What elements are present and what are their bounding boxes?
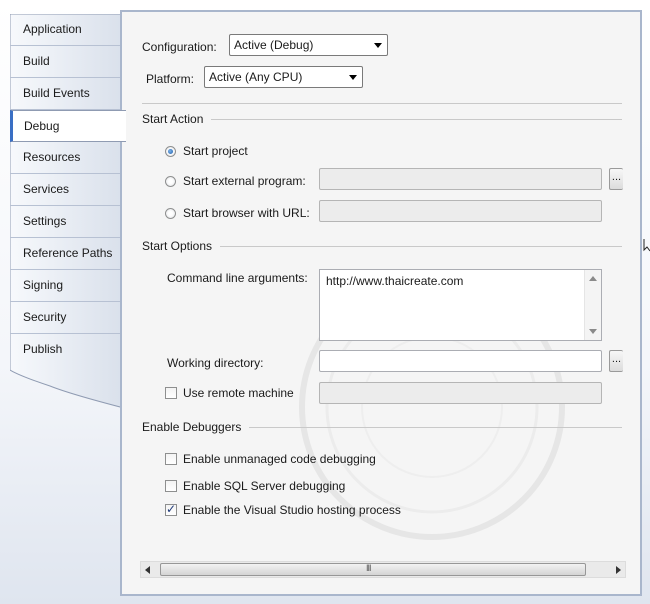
start-browser-radio[interactable]: [165, 208, 176, 219]
start-project-label: Start project: [183, 144, 248, 158]
start-external-radio[interactable]: [165, 176, 176, 187]
scroll-up-icon[interactable]: [589, 276, 597, 281]
tab-settings[interactable]: Settings: [10, 206, 124, 238]
external-program-browse-button[interactable]: ...: [609, 168, 623, 190]
check-icon: ✓: [166, 502, 177, 516]
remote-machine-field[interactable]: [319, 382, 602, 404]
start-browser-label: Start browser with URL:: [183, 206, 310, 220]
horizontal-scrollbar[interactable]: III: [140, 561, 626, 578]
working-directory-browse-button[interactable]: ...: [609, 350, 623, 372]
enable-debuggers-heading: Enable Debuggers: [142, 420, 250, 434]
command-line-input[interactable]: http://www.thaicreate.com: [319, 269, 602, 341]
start-external-label: Start external program:: [183, 174, 306, 188]
chevron-down-icon: [374, 43, 382, 48]
unmanaged-debugging-checkbox[interactable]: [165, 453, 177, 465]
tab-label: Security: [23, 310, 67, 324]
use-remote-machine-checkbox[interactable]: [165, 387, 177, 399]
browse-button-label: ...: [611, 353, 622, 365]
configuration-label: Configuration:: [142, 40, 217, 54]
tab-label: Signing: [23, 278, 64, 292]
tab-label: Application: [23, 22, 82, 36]
tab-label: Build: [23, 54, 50, 68]
start-action-heading: Start Action: [142, 112, 212, 126]
platform-label: Platform:: [146, 72, 195, 86]
start-options-heading: Start Options: [142, 239, 221, 253]
working-directory-field[interactable]: [319, 350, 602, 372]
tab-label: Reference Paths: [23, 246, 113, 260]
sql-debugging-checkbox[interactable]: [165, 480, 177, 492]
tab-label: Debug: [24, 119, 60, 133]
mouse-pointer-icon: [643, 239, 650, 252]
scroll-down-icon[interactable]: [589, 329, 597, 334]
platform-value: Active (Any CPU): [209, 70, 303, 84]
platform-dropdown[interactable]: Active (Any CPU): [204, 66, 363, 88]
command-line-scrollbar[interactable]: [584, 270, 601, 340]
scroll-left-icon[interactable]: [145, 566, 150, 574]
scroll-right-icon[interactable]: [616, 566, 621, 574]
browser-url-field[interactable]: [319, 200, 602, 222]
tab-label: Services: [23, 182, 70, 196]
tab-label: Settings: [23, 214, 67, 228]
divider: [142, 103, 622, 104]
working-directory-label: Working directory:: [167, 356, 264, 370]
start-project-radio[interactable]: [165, 146, 176, 157]
chevron-down-icon: [349, 75, 357, 80]
tab-security[interactable]: Security: [10, 302, 124, 334]
scrollbar-thumb[interactable]: III: [160, 563, 586, 576]
scrollbar-grip: III: [366, 563, 371, 573]
tab-reference-paths[interactable]: Reference Paths: [10, 238, 124, 270]
tab-resources[interactable]: Resources: [10, 142, 124, 174]
debug-settings-panel: Configuration: Active (Debug) Platform: …: [120, 10, 642, 596]
browse-button-label: ...: [611, 171, 622, 183]
sql-debugging-label: Enable SQL Server debugging: [183, 479, 346, 493]
tab-build-events[interactable]: Build Events: [10, 78, 124, 110]
tab-services[interactable]: Services: [10, 174, 124, 206]
tab-label: Build Events: [23, 86, 90, 100]
use-remote-machine-label: Use remote machine: [183, 386, 294, 400]
command-line-value: http://www.thaicreate.com: [326, 274, 464, 288]
tab-label: Resources: [23, 150, 81, 164]
tab-signing[interactable]: Signing: [10, 270, 124, 302]
group-divider: [142, 119, 622, 120]
command-line-label: Command line arguments:: [167, 271, 308, 285]
tab-application[interactable]: Application: [10, 14, 124, 46]
tab-publish[interactable]: Publish: [10, 334, 124, 366]
external-program-field[interactable]: [319, 168, 602, 190]
project-properties-tabs: Application Build Build Events Debug Res…: [10, 14, 126, 414]
vs-hosting-process-label: Enable the Visual Studio hosting process: [183, 503, 401, 517]
unmanaged-debugging-label: Enable unmanaged code debugging: [183, 452, 376, 466]
configuration-value: Active (Debug): [234, 38, 314, 52]
tab-debug[interactable]: Debug: [10, 110, 126, 142]
configuration-dropdown[interactable]: Active (Debug): [229, 34, 388, 56]
tab-label: Publish: [23, 342, 63, 356]
vs-hosting-process-checkbox[interactable]: ✓: [165, 502, 177, 516]
tab-build[interactable]: Build: [10, 46, 124, 78]
